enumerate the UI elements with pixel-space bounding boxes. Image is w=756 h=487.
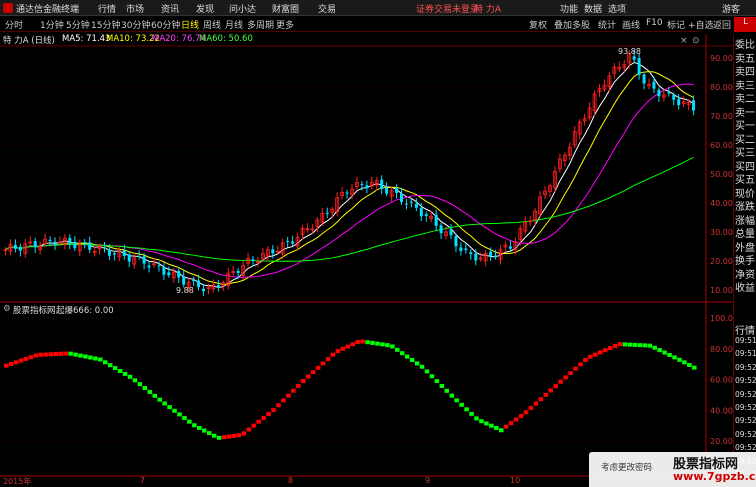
x-axis: 2015年 7 8 9 10: [0, 0, 700, 487]
indicator-tick-label: 20.00: [710, 437, 733, 446]
indicator-tick-label: 40.00: [710, 406, 733, 415]
price-tick-label: 80.00: [710, 83, 733, 92]
indicator-tick-label: 60.00: [710, 376, 733, 385]
watermark-url: www.7gpzb.com: [673, 470, 756, 483]
price-tick-label: 50.00: [710, 170, 733, 179]
x-label-2015: 2015年: [3, 477, 32, 486]
quote-sidebar: L 委比 卖五 卖四 卖三 卖二 卖一 买一 买二 买三 买四 买五 现价 涨跌 涨幅 总量 外盘 换手 净资 收益…: [733, 17, 756, 487]
x-label-7: 7: [140, 476, 146, 485]
price-tick-label: 30.00: [710, 228, 733, 237]
sidebar-time: 09:51: [735, 336, 756, 345]
sidebar-time: 09:52: [735, 362, 756, 372]
password-notice[interactable]: 考虑更改密码: [601, 461, 652, 473]
sidebar-header: L: [734, 17, 756, 32]
x-label-10: 10: [510, 476, 521, 485]
sidebar-section-label: 行情: [735, 326, 755, 337]
sidebar-time: 09:52: [735, 416, 756, 426]
sidebar-time: 09:52: [735, 443, 756, 453]
price-tick-label: 90.00: [710, 54, 733, 63]
indicator-tick-label: 80.00: [710, 345, 733, 354]
price-axis: 90.00 80.00 70.00 60.00 50.00 40.00 30.00 20.00…: [710, 54, 733, 295]
sidebar-time: 09:52: [735, 376, 756, 386]
sidebar-field-label: 收益: [735, 283, 755, 294]
price-tick-label: 40.00: [710, 199, 733, 208]
watermark-box: 考虑更改密码 股票指标网 www.7gpzb.com: [589, 452, 756, 487]
sidebar-time: 09:52: [735, 429, 756, 439]
x-label-8: 8: [288, 476, 294, 485]
price-tick-label: 20.00: [710, 257, 733, 266]
price-tick-label: 60.00: [710, 141, 733, 150]
price-tick-label: 70.00: [710, 112, 733, 121]
price-tick-label: 10.00: [710, 286, 733, 295]
sidebar-time: 09:52: [735, 403, 756, 412]
sidebar-time: 09:52: [735, 389, 756, 399]
x-label-9: 9: [425, 476, 431, 485]
sidebar-time: 09:51: [735, 349, 756, 359]
